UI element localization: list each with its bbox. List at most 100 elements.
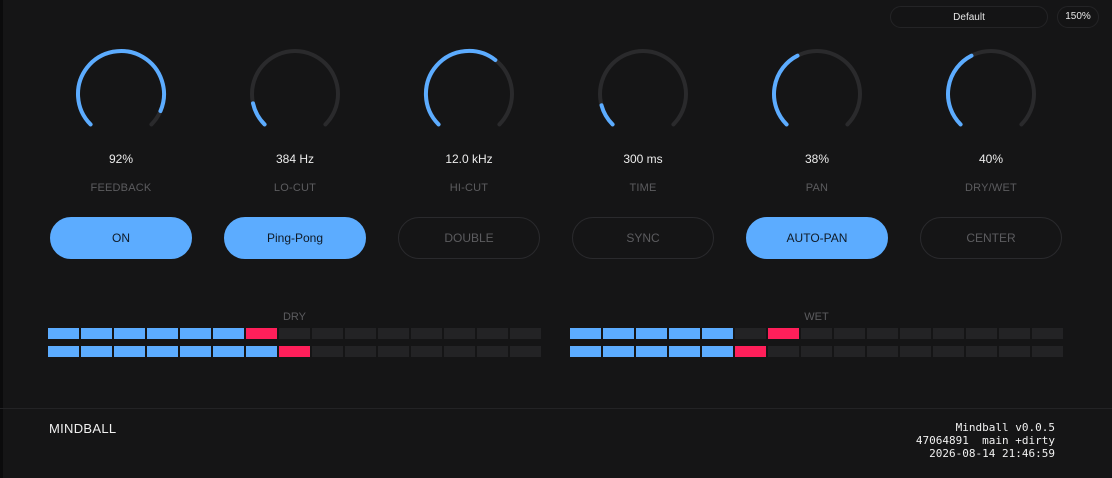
meter-segment <box>1032 346 1063 357</box>
meter-segment <box>1032 328 1063 339</box>
meter-segment <box>933 346 964 357</box>
time-knob-value-arc <box>599 103 615 127</box>
meter-segment <box>246 346 277 357</box>
zoom-selector[interactable]: 150% <box>1057 6 1099 28</box>
meter-segment <box>213 328 244 339</box>
meter-segment <box>768 328 799 339</box>
dry-wet-knob[interactable] <box>945 48 1037 140</box>
center-button[interactable]: CENTER <box>920 217 1062 259</box>
meter-segment <box>801 328 832 339</box>
meter-segment <box>603 346 634 357</box>
feedback-value: 92% <box>108 152 134 166</box>
meter-segment <box>636 328 667 339</box>
meter-segment <box>279 346 310 357</box>
auto-pan-button[interactable]: AUTO-PAN <box>746 217 888 259</box>
pan-label: PAN <box>805 182 829 194</box>
meter-segment <box>345 346 376 357</box>
dry-meter-left <box>48 328 541 339</box>
meter-segment <box>999 346 1030 357</box>
meter-segment <box>669 346 700 357</box>
wet-meter-right <box>570 346 1063 357</box>
feedback-knob[interactable] <box>75 48 167 140</box>
meter-segment <box>114 346 145 357</box>
meter-segment <box>312 328 343 339</box>
time-knob-track <box>598 49 688 127</box>
dry-wet-value: 40% <box>978 152 1004 166</box>
meter-segment <box>900 328 931 339</box>
dry-wet-label: DRY/WET <box>965 182 1017 194</box>
meter-segment <box>279 328 310 339</box>
sync-button[interactable]: SYNC <box>572 217 714 259</box>
meter-segment <box>411 346 442 357</box>
hi-cut-knob-value-arc <box>423 48 498 127</box>
meter-segment <box>477 346 508 357</box>
meter-segment <box>378 346 409 357</box>
meter-segment <box>345 328 376 339</box>
dry-meter-label: DRY <box>282 311 307 323</box>
hi-cut-label: HI-CUT <box>449 182 489 194</box>
hi-cut-value: 12.0 kHz <box>445 152 493 166</box>
meter-segment <box>570 346 601 357</box>
ping-pong-button[interactable]: Ping-Pong <box>224 217 366 259</box>
on-button[interactable]: ON <box>50 217 192 259</box>
meter-segment <box>702 346 733 357</box>
meter-segment <box>966 328 997 339</box>
lo-cut-knob[interactable] <box>249 48 341 140</box>
lo-cut-knob-track <box>250 49 340 127</box>
meter-segment <box>735 346 766 357</box>
meter-segment <box>867 328 898 339</box>
brand-name: MINDBALL <box>49 421 117 436</box>
feedback-knob-value-arc <box>76 49 166 127</box>
version-info: Mindball v0.0.5 47064891 main +dirty 202… <box>916 421 1055 460</box>
meter-segment <box>312 346 343 357</box>
meter-segment <box>147 328 178 339</box>
lo-cut-knob-value-arc <box>251 101 267 127</box>
window-edge <box>0 0 3 478</box>
pan-knob-value-arc <box>772 53 800 127</box>
meter-segment <box>735 328 766 339</box>
double-button[interactable]: DOUBLE <box>398 217 540 259</box>
feedback-label: FEEDBACK <box>90 182 152 194</box>
meter-segment <box>378 328 409 339</box>
plugin-window: Default 150% 92% FEEDBACK 384 Hz LO-CUT … <box>0 0 1112 478</box>
meter-segment <box>867 346 898 357</box>
meter-segment <box>999 328 1030 339</box>
meter-segment <box>444 346 475 357</box>
meter-segment <box>900 346 931 357</box>
dry-wet-knob-value-arc <box>946 53 974 127</box>
meter-segment <box>213 346 244 357</box>
meter-segment <box>246 328 277 339</box>
meter-segment <box>801 346 832 357</box>
meter-segment <box>444 328 475 339</box>
meter-segment <box>147 346 178 357</box>
meter-segment <box>603 328 634 339</box>
meter-segment <box>411 328 442 339</box>
preset-selector[interactable]: Default <box>890 6 1048 28</box>
hi-cut-knob[interactable] <box>423 48 515 140</box>
meter-segment <box>702 328 733 339</box>
pan-knob[interactable] <box>771 48 863 140</box>
time-knob[interactable] <box>597 48 689 140</box>
meter-segment <box>834 328 865 339</box>
version-line: Mindball v0.0.5 <box>955 421 1055 434</box>
meter-segment <box>669 328 700 339</box>
build-date-line: 2026-08-14 21:46:59 <box>929 447 1055 460</box>
footer-divider <box>0 408 1112 409</box>
lo-cut-value: 384 Hz <box>275 152 315 166</box>
meter-segment <box>48 328 79 339</box>
meter-segment <box>114 328 145 339</box>
meter-segment <box>81 346 112 357</box>
meter-segment <box>510 346 541 357</box>
meter-segment <box>966 346 997 357</box>
meter-segment <box>834 346 865 357</box>
meter-segment <box>768 346 799 357</box>
build-line: 47064891 main +dirty <box>915 434 1055 447</box>
meter-segment <box>933 328 964 339</box>
meter-segment <box>48 346 79 357</box>
time-value: 300 ms <box>623 152 663 166</box>
meter-segment <box>81 328 112 339</box>
wet-meter-left <box>570 328 1063 339</box>
meter-segment <box>180 346 211 357</box>
meter-segment <box>510 328 541 339</box>
meter-segment <box>636 346 667 357</box>
